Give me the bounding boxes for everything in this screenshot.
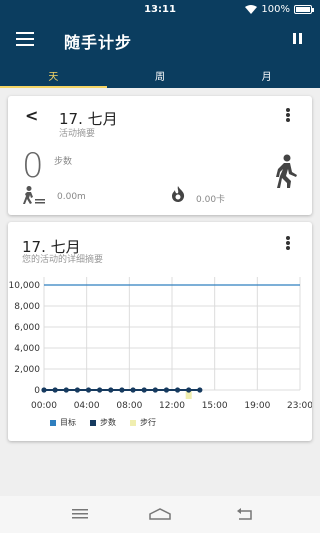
steps-point bbox=[119, 387, 125, 393]
steps-point bbox=[97, 387, 103, 393]
steps-point bbox=[108, 387, 114, 393]
distance-icon bbox=[23, 186, 45, 204]
pause-icon[interactable] bbox=[293, 33, 303, 44]
legend-item-steps: 步数 bbox=[90, 417, 116, 428]
steps-point bbox=[163, 387, 170, 393]
battery-percent: 100% bbox=[261, 4, 290, 15]
steps-point bbox=[85, 387, 92, 393]
activity-summary-card: < 17. 七月 活动摘要 0 步数 0.00m 0.00卡 bbox=[8, 96, 312, 215]
legend-swatch-walking bbox=[130, 419, 136, 426]
legend-swatch-steps bbox=[90, 419, 96, 426]
wifi-icon bbox=[245, 5, 258, 14]
back-chevron-icon[interactable]: < bbox=[25, 106, 38, 125]
y-tick-label: 8,000 bbox=[14, 302, 40, 312]
y-tick-label: 6,000 bbox=[14, 323, 40, 333]
x-tick-label: 23:00 bbox=[287, 401, 312, 411]
menu-nav-icon[interactable] bbox=[72, 508, 88, 520]
back-nav-icon[interactable] bbox=[236, 508, 254, 520]
chart-legend: 目标 步数 步行 bbox=[50, 417, 156, 428]
calories-value: 0.00卡 bbox=[196, 195, 226, 205]
tab-week[interactable]: 周 bbox=[107, 60, 214, 88]
legend-label-goal: 目标 bbox=[60, 418, 76, 427]
y-tick-label: 2,000 bbox=[14, 365, 40, 375]
steps-unit: 步数 bbox=[54, 157, 73, 167]
app-title: 随手计步 bbox=[64, 33, 133, 52]
legend-label-steps: 步数 bbox=[100, 418, 116, 427]
x-tick-label: 15:00 bbox=[202, 401, 228, 411]
battery-icon bbox=[294, 5, 314, 14]
steps-point bbox=[74, 387, 80, 393]
flame-icon bbox=[172, 186, 185, 202]
home-nav-icon[interactable] bbox=[149, 508, 171, 520]
x-tick-label: 19:00 bbox=[244, 401, 270, 411]
more-options-icon[interactable] bbox=[286, 108, 290, 122]
summary-subtitle: 活动摘要 bbox=[59, 129, 96, 139]
steps-point bbox=[52, 387, 58, 393]
steps-point bbox=[186, 387, 192, 393]
status-right: 100% bbox=[245, 4, 314, 15]
steps-point bbox=[41, 387, 47, 393]
app-bar: 随手计步 bbox=[0, 20, 320, 60]
x-tick-label: 00:00 bbox=[31, 401, 57, 411]
y-tick-label: 10,000 bbox=[9, 281, 41, 291]
status-bar: 13:11 100% bbox=[0, 0, 320, 20]
activity-detail-card: 17. 七月 您的活动的详细摘要 0 2,000 4,000 6,000 8,000 10… bbox=[8, 222, 312, 441]
steps-point bbox=[141, 387, 147, 393]
walking-person-icon bbox=[276, 154, 297, 188]
steps-point bbox=[130, 387, 136, 393]
steps-count: 0 bbox=[22, 146, 44, 186]
legend-item-walking: 步行 bbox=[130, 417, 156, 428]
y-tick-label: 4,000 bbox=[14, 344, 40, 354]
steps-point bbox=[197, 387, 203, 393]
period-tabs: 天 周 月 bbox=[0, 60, 320, 88]
legend-item-goal: 目标 bbox=[50, 417, 76, 428]
x-tick-label: 08:00 bbox=[116, 401, 142, 411]
steps-point bbox=[63, 387, 69, 393]
x-tick-label: 04:00 bbox=[74, 401, 100, 411]
system-nav-bar bbox=[0, 496, 320, 533]
steps-point bbox=[152, 387, 158, 393]
steps-point bbox=[174, 387, 181, 393]
x-tick-label: 12:00 bbox=[159, 401, 185, 411]
legend-swatch-goal bbox=[50, 419, 56, 426]
legend-label-walking: 步行 bbox=[140, 418, 156, 427]
hamburger-menu-icon[interactable] bbox=[16, 32, 34, 46]
steps-line-chart: 0 2,000 4,000 6,000 8,000 10,000 00:00 04:00 08:… bbox=[9, 277, 312, 411]
y-tick-label: 0 bbox=[34, 386, 40, 396]
distance-value: 0.00m bbox=[57, 192, 86, 202]
tab-month[interactable]: 月 bbox=[213, 60, 320, 88]
tab-day[interactable]: 天 bbox=[0, 60, 107, 88]
